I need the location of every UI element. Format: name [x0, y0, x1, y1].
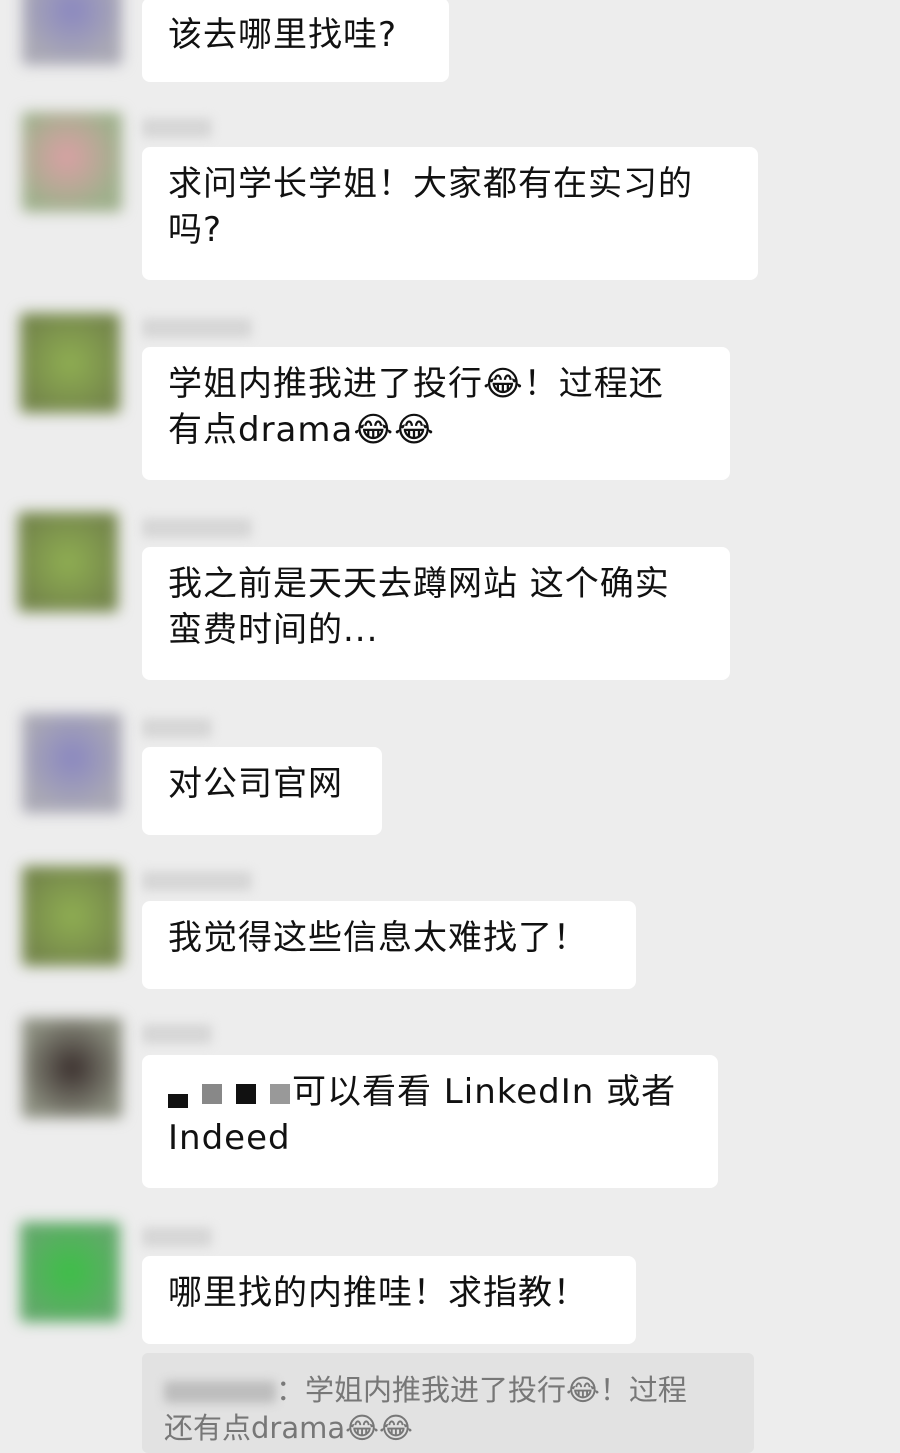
sender-name-redacted	[142, 1227, 212, 1247]
redaction-block	[168, 1093, 188, 1108]
message-line: 可以看看 LinkedIn 或者	[168, 1069, 692, 1115]
avatar[interactable]	[22, 112, 122, 212]
sender-name-redacted	[142, 318, 252, 338]
redaction-block	[202, 1083, 222, 1104]
redaction-block	[236, 1083, 256, 1104]
redaction-block	[270, 1083, 290, 1104]
quoted-sender-redacted	[164, 1381, 276, 1403]
sender-name-redacted	[142, 871, 252, 891]
quote-separator: ：	[276, 1373, 306, 1407]
avatar[interactable]	[22, 1018, 122, 1118]
message-text: 该去哪里找哇?	[168, 15, 398, 55]
message-bubble[interactable]: 可以看看 LinkedIn 或者 Indeed	[142, 1055, 718, 1188]
message-bubble[interactable]: 对公司官网	[142, 747, 382, 835]
avatar[interactable]	[22, 0, 122, 65]
message-text: 对公司官网	[168, 764, 343, 804]
message-bubble[interactable]: 求问学长学姐！大家都有在实习的 吗?	[142, 147, 758, 280]
message-bubble[interactable]: 哪里找的内推哇！求指教！	[142, 1256, 636, 1344]
message-bubble[interactable]: 我觉得这些信息太难找了！	[142, 901, 636, 989]
message-text: 蛮费时间的...	[168, 610, 379, 650]
sender-name-redacted	[142, 518, 252, 538]
message-text: Indeed	[168, 1118, 291, 1158]
message-text: 哪里找的内推哇！求指教！	[168, 1273, 588, 1313]
sender-name-redacted	[142, 1024, 212, 1044]
message-text: 吗?	[168, 210, 223, 250]
message-text: 我之前是天天去蹲网站 这个确实	[168, 564, 670, 604]
message-bubble[interactable]: 我之前是天天去蹲网站 这个确实 蛮费时间的...	[142, 547, 730, 680]
avatar[interactable]	[22, 713, 122, 813]
quoted-message[interactable]: ：学姐内推我进了投行😂！过程 还有点drama😂😂	[142, 1353, 754, 1453]
message-text: 求问学长学姐！大家都有在实习的	[168, 164, 693, 204]
quote-text: 学姐内推我进了投行😂！过程	[305, 1373, 687, 1407]
sender-name-redacted	[142, 718, 212, 738]
message-text: 学姐内推我进了投行😂！过程还	[168, 364, 664, 404]
message-text: 有点drama😂😂	[168, 410, 435, 450]
avatar[interactable]	[18, 512, 118, 612]
message-text: 我觉得这些信息太难找了！	[168, 918, 588, 958]
message-bubble[interactable]: 学姐内推我进了投行😂！过程还 有点drama😂😂	[142, 347, 730, 480]
avatar[interactable]	[20, 313, 120, 413]
avatar[interactable]	[22, 866, 122, 966]
message-text: 可以看看 LinkedIn 或者	[292, 1072, 677, 1112]
sender-name-redacted	[142, 118, 212, 138]
message-bubble[interactable]: 该去哪里找哇?	[142, 0, 449, 82]
quote-text: 还有点drama😂😂	[164, 1411, 413, 1445]
avatar[interactable]	[20, 1222, 120, 1322]
